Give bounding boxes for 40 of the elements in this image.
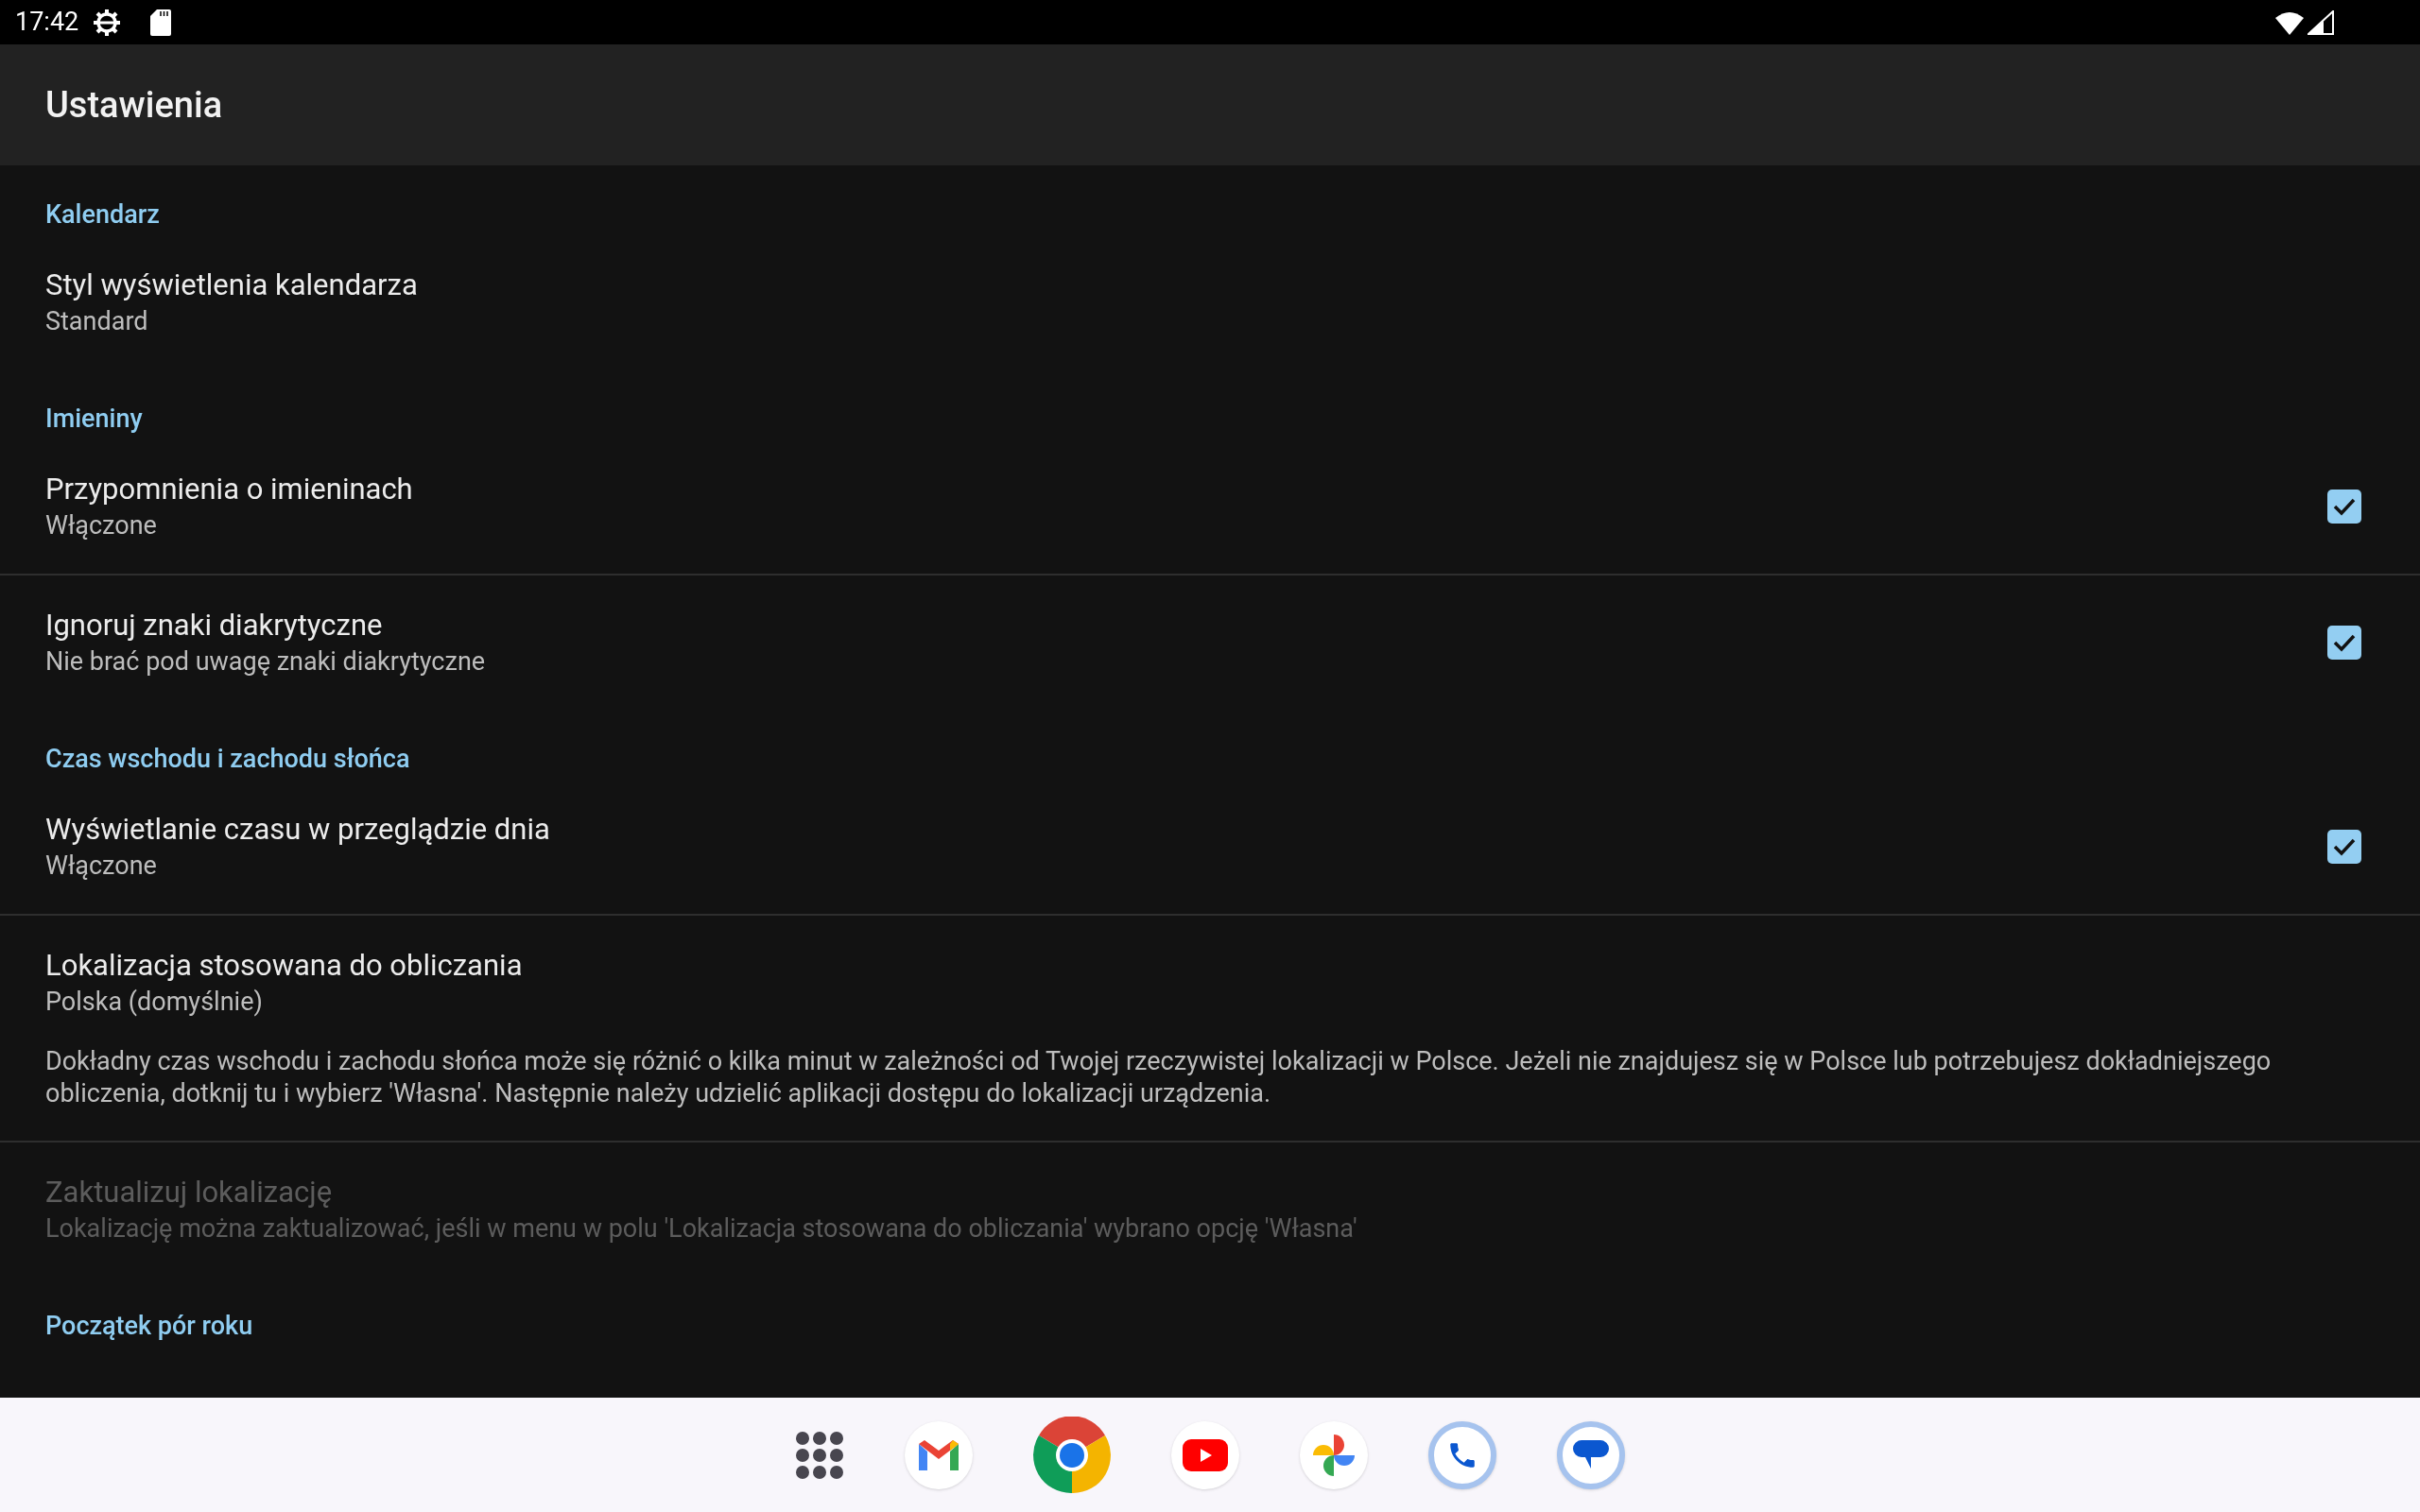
setting-item[interactable]: Przypomnienia o imieninach Włączone (45, 471, 2290, 542)
checkbox[interactable] (2327, 830, 2361, 864)
category-header: Imieniny (45, 403, 144, 436)
setting-title: Ignoruj znaki diakrytyczne (45, 607, 384, 644)
chat-app-icon[interactable] (1557, 1420, 1625, 1489)
check-icon (2332, 633, 2357, 652)
setting-summary: Włączone (45, 509, 158, 542)
setting-title: Lokalizacja stosowana do obliczania (45, 947, 524, 985)
setting-item[interactable]: Wyświetlanie czasu w przeglądzie dnia Włączone (45, 811, 2290, 883)
setting-summary: Nie brać pod uwagę znaki diakrytyczne (45, 645, 487, 679)
setting-item[interactable]: Ignoruj znaki diakrytyczne Nie brać pod uwagę znaki diakrytyczne (45, 607, 2290, 679)
browser-app-icon[interactable] (1033, 1416, 1111, 1494)
setting-title: Wyświetlanie czasu w przeglądzie dnia (45, 811, 551, 849)
checkbox[interactable] (2327, 626, 2361, 660)
setting-title: Zaktualizuj lokalizację (45, 1174, 334, 1211)
sd-card-icon (150, 9, 172, 36)
mail-app-icon[interactable] (905, 1420, 973, 1489)
checkbox[interactable] (2327, 490, 2361, 524)
android-debug-icon (92, 7, 123, 38)
setting-title: Przypomnienia o imieninach (45, 471, 414, 508)
app-bar-title: Ustawienia (45, 82, 223, 128)
status-time: 17:42 (15, 6, 79, 40)
setting-summary: Lokalizację można zaktualizować, jeśli w menu w polu 'Lokalizacja stosowana do obliczania' wybrano opcję 'Własna' (45, 1212, 1358, 1246)
setting-item[interactable]: Styl wyświetlenia kalendarza Standard (45, 266, 2361, 338)
category-header: Czas wschodu i zachodu słońca (45, 743, 411, 776)
check-icon (2332, 837, 2357, 856)
setting-description: Dokładny czas wschodu i zachodu słońca może się różnić o kilka minut w zależności od Twojej rzeczywistej lokalizacji w Polsce. Jeżeli nie znajdujesz się w Polsce lub potrzebujesz dokładniejszego obliczenia, dotknij tu i wybierz 'Własna'. Następnie należy udzielić aplikacji dostępu do lokalizacji urządzenia. (45, 1045, 2273, 1109)
check-icon (2332, 497, 2357, 516)
setting-summary: Standard (45, 305, 149, 338)
phone-app-icon[interactable] (1428, 1420, 1496, 1489)
category-header: Początek pór roku (45, 1310, 254, 1343)
setting-title: Styl wyświetlenia kalendarza (45, 266, 419, 304)
app-drawer-icon[interactable] (795, 1430, 844, 1480)
setting-summary: Polska (domyślnie) (45, 986, 264, 1019)
wifi-icon (2275, 9, 2304, 35)
video-app-icon[interactable] (1171, 1420, 1239, 1489)
setting-summary: Włączone (45, 850, 158, 883)
pinwheel-app-icon[interactable] (1300, 1420, 1368, 1489)
signal-icon (2308, 9, 2334, 35)
category-header: Kalendarz (45, 198, 161, 232)
